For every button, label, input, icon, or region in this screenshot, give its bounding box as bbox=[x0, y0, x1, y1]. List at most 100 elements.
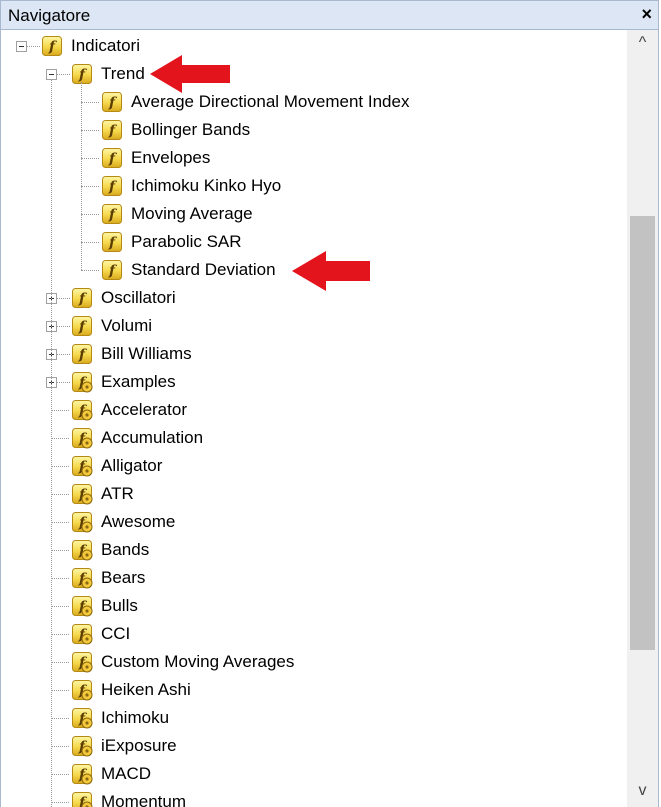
navigator-panel: f Indicatori f Trend f Average Directional Mo… bbox=[0, 30, 659, 807]
tree-guide-line bbox=[51, 80, 52, 807]
custom-indicator-folder-icon: f bbox=[71, 371, 93, 393]
custom-indicator-icon: f bbox=[71, 455, 93, 477]
tree-item-bollinger-bands[interactable]: f Bollinger Bands bbox=[101, 116, 561, 144]
function-icon: f bbox=[101, 259, 123, 281]
tree-connector bbox=[51, 718, 69, 719]
function-icon: f bbox=[101, 91, 123, 113]
tree-item-momentum[interactable]: f Momentum bbox=[71, 788, 561, 807]
close-icon[interactable]: × bbox=[641, 4, 652, 25]
tree-item-label: Ichimoku bbox=[101, 708, 170, 727]
vertical-scrollbar[interactable]: ^ v bbox=[627, 30, 658, 807]
custom-indicator-icon: f bbox=[71, 707, 93, 729]
tree-item-trend[interactable]: f Trend bbox=[71, 60, 561, 88]
custom-indicator-icon: f bbox=[71, 567, 93, 589]
tree-connector bbox=[81, 242, 99, 243]
tree-connector bbox=[51, 662, 69, 663]
tree-connector bbox=[57, 326, 70, 327]
tree-connector bbox=[81, 130, 99, 131]
tree-item-awesome[interactable]: f Awesome bbox=[71, 508, 561, 536]
tree-connector bbox=[51, 494, 69, 495]
tree-item-label: Volumi bbox=[101, 316, 153, 335]
tree-item-label: ATR bbox=[101, 484, 134, 503]
tree-item-label: Heiken Ashi bbox=[101, 680, 191, 699]
tree-item-label: Bulls bbox=[101, 596, 138, 615]
tree-item-macd[interactable]: f MACD bbox=[71, 760, 561, 788]
scroll-up-icon[interactable]: ^ bbox=[627, 34, 658, 54]
indicator-folder-icon: f bbox=[71, 63, 93, 85]
tree-item-label: Moving Average bbox=[131, 204, 253, 223]
tree-item-examples[interactable]: f Examples bbox=[71, 368, 561, 396]
tree-item-envelopes[interactable]: f Envelopes bbox=[101, 144, 561, 172]
tree-item-indicatori[interactable]: f Indicatori bbox=[41, 32, 561, 60]
custom-indicator-icon: f bbox=[71, 791, 93, 807]
tree-connector bbox=[57, 298, 70, 299]
annotation-arrow-trend-icon bbox=[150, 55, 230, 93]
custom-indicator-icon: f bbox=[71, 539, 93, 561]
tree-item-label: Envelopes bbox=[131, 148, 211, 167]
tree-connector bbox=[51, 606, 69, 607]
scroll-down-icon[interactable]: v bbox=[627, 782, 658, 802]
tree-connector bbox=[81, 270, 99, 271]
custom-indicator-icon: f bbox=[71, 651, 93, 673]
tree-item-label: Custom Moving Averages bbox=[101, 652, 295, 671]
tree-item-ichimoku-kinko-hyo[interactable]: f Ichimoku Kinko Hyo bbox=[101, 172, 561, 200]
tree-item-cci[interactable]: f CCI bbox=[71, 620, 561, 648]
tree-item-label: Accelerator bbox=[101, 400, 187, 419]
tree-item-label: Examples bbox=[101, 372, 176, 391]
tree-item-label: Oscillatori bbox=[101, 288, 176, 307]
tree-item-label: Awesome bbox=[101, 512, 176, 531]
tree-connector bbox=[81, 186, 99, 187]
custom-indicator-icon: f bbox=[71, 483, 93, 505]
scroll-thumb[interactable] bbox=[630, 216, 655, 650]
tree-connector bbox=[51, 578, 69, 579]
tree-item-atr[interactable]: f ATR bbox=[71, 480, 561, 508]
custom-indicator-icon: f bbox=[71, 399, 93, 421]
collapse-icon[interactable] bbox=[46, 69, 57, 80]
tree-item-iexposure[interactable]: f iExposure bbox=[71, 732, 561, 760]
tree-item-volumi[interactable]: f Volumi bbox=[71, 312, 561, 340]
function-icon: f bbox=[101, 231, 123, 253]
annotation-arrow-standard-deviation-icon bbox=[292, 251, 370, 291]
tree-item-label: Alligator bbox=[101, 456, 163, 475]
tree-item-label: iExposure bbox=[101, 736, 177, 755]
tree-item-accumulation[interactable]: f Accumulation bbox=[71, 424, 561, 452]
tree-connector bbox=[51, 466, 69, 467]
tree-item-alligator[interactable]: f Alligator bbox=[71, 452, 561, 480]
tree-connector bbox=[51, 634, 69, 635]
function-icon: f bbox=[101, 147, 123, 169]
navigator-tree: f Indicatori f Trend f Average Directional Mo… bbox=[1, 30, 628, 807]
custom-indicator-icon: f bbox=[71, 763, 93, 785]
function-icon: f bbox=[101, 175, 123, 197]
custom-indicator-icon: f bbox=[71, 623, 93, 645]
custom-indicator-icon: f bbox=[71, 427, 93, 449]
tree-item-accelerator[interactable]: f Accelerator bbox=[71, 396, 561, 424]
tree-item-label: Bands bbox=[101, 540, 150, 559]
tree-item-moving-average[interactable]: f Moving Average bbox=[101, 200, 561, 228]
tree-item-ichimoku[interactable]: f Ichimoku bbox=[71, 704, 561, 732]
tree-connector bbox=[57, 74, 70, 75]
tree-connector bbox=[81, 158, 99, 159]
tree-item-heiken-ashi[interactable]: f Heiken Ashi bbox=[71, 676, 561, 704]
tree-item-bulls[interactable]: f Bulls bbox=[71, 592, 561, 620]
collapse-icon[interactable] bbox=[16, 41, 27, 52]
tree-item-bill-williams[interactable]: f Bill Williams bbox=[71, 340, 561, 368]
navigator-title: Navigatore bbox=[8, 6, 91, 25]
tree-item-label: Parabolic SAR bbox=[131, 232, 242, 251]
indicator-folder-icon: f bbox=[71, 343, 93, 365]
tree-item-label: Average Directional Movement Index bbox=[131, 92, 410, 111]
tree-connector bbox=[51, 802, 69, 803]
tree-connector bbox=[51, 410, 69, 411]
tree-item-bears[interactable]: f Bears bbox=[71, 564, 561, 592]
tree-item-custom-moving-averages[interactable]: f Custom Moving Averages bbox=[71, 648, 561, 676]
arrow-shape bbox=[292, 251, 370, 291]
tree-connector bbox=[51, 774, 69, 775]
tree-connector bbox=[51, 746, 69, 747]
custom-indicator-icon: f bbox=[71, 511, 93, 533]
navigator-titlebar: Navigatore × bbox=[0, 0, 659, 30]
tree-connector bbox=[27, 46, 40, 47]
tree-item-label: Standard Deviation bbox=[131, 260, 276, 279]
indicator-folder-icon: f bbox=[71, 315, 93, 337]
tree-item-bands[interactable]: f Bands bbox=[71, 536, 561, 564]
function-icon: f bbox=[101, 119, 123, 141]
tree-connector bbox=[57, 354, 70, 355]
